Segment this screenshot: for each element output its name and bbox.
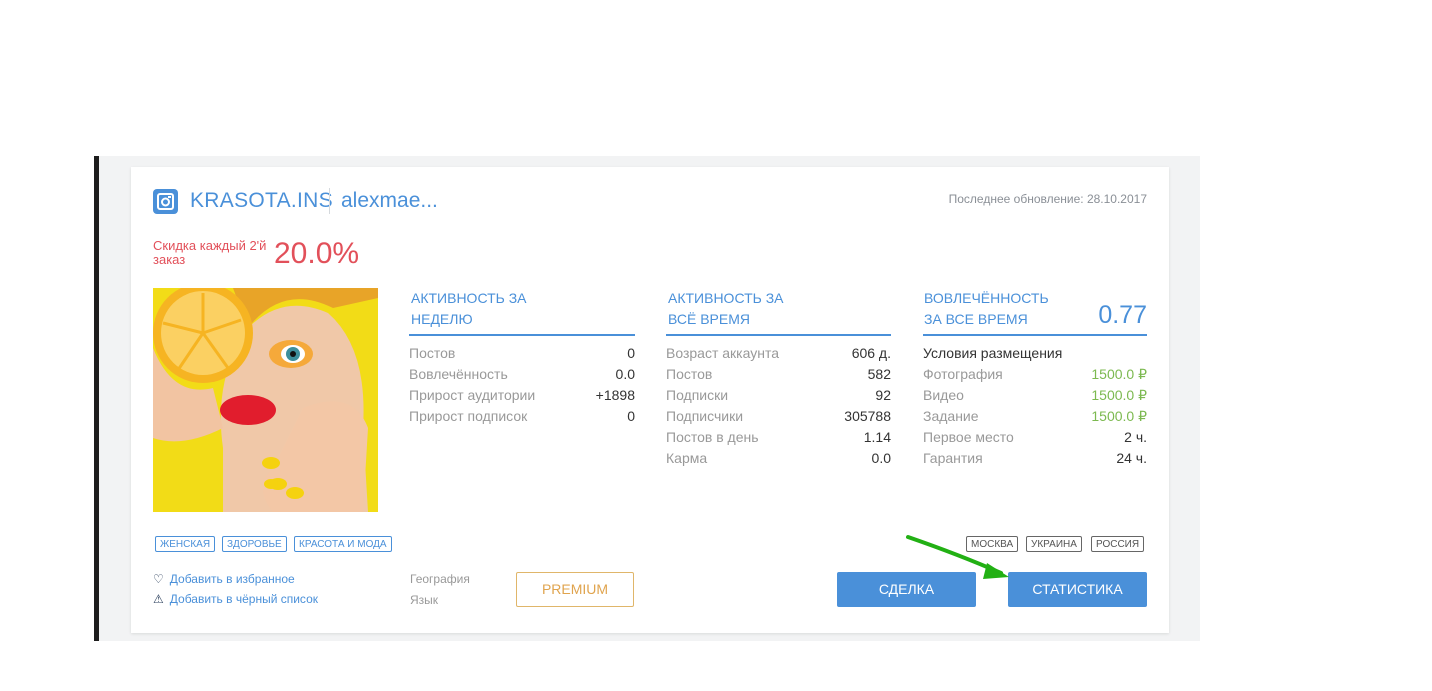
engagement-title-line1: ВОВЛЕЧЁННОСТЬ bbox=[924, 290, 1049, 306]
last-update-text: Последнее обновление: 28.10.2017 bbox=[948, 192, 1147, 206]
row-label: Карма bbox=[666, 450, 708, 466]
row-label: Постов bbox=[409, 345, 456, 361]
add-to-favorites-label: Добавить в избранное bbox=[169, 572, 295, 586]
weekly-title-line1: АКТИВНОСТЬ ЗА bbox=[411, 290, 527, 306]
weekly-activity-title: АКТИВНОСТЬ ЗА НЕДЕЛЮ bbox=[411, 288, 527, 330]
price-row-video: Видео 1500.0 ₽ bbox=[923, 387, 1147, 403]
row-value: 0 bbox=[627, 345, 635, 361]
engagement-value: 0.77 bbox=[1098, 301, 1147, 329]
placement-conditions-title: Условия размещения bbox=[923, 345, 1063, 361]
header-divider bbox=[329, 188, 330, 214]
row-label: Видео bbox=[923, 387, 964, 403]
row-label: Фотография bbox=[923, 366, 1003, 382]
engagement-title: ВОВЛЕЧЁННОСТЬ ЗА ВСЕ ВРЕМЯ bbox=[924, 288, 1049, 330]
row-label: Гарантия bbox=[923, 450, 983, 466]
row-label: Первое место bbox=[923, 429, 1014, 445]
row-value: 24 ч. bbox=[1116, 450, 1147, 466]
left-edge-bar bbox=[94, 156, 99, 641]
add-to-favorites-link[interactable]: ♡ Добавить в избранное bbox=[153, 572, 295, 586]
row-label: Прирост подписок bbox=[409, 408, 528, 424]
alltime-activity-title: АКТИВНОСТЬ ЗА ВСЁ ВРЕМЯ bbox=[668, 288, 784, 330]
row-label: Подписчики bbox=[666, 408, 744, 424]
row-value: 1500.0 ₽ bbox=[1091, 366, 1147, 382]
row-label: Вовлечённость bbox=[409, 366, 508, 382]
row-value: 0.0 bbox=[615, 366, 635, 382]
row-value: 1500.0 ₽ bbox=[1091, 387, 1147, 403]
weekly-row-posts: Постов 0 bbox=[409, 345, 635, 361]
instagram-icon bbox=[153, 189, 178, 214]
weekly-row-audience-growth: Прирост аудитории +1898 bbox=[409, 387, 635, 403]
add-to-blacklist-label: Добавить в чёрный список bbox=[169, 592, 318, 606]
alltime-title-line1: АКТИВНОСТЬ ЗА bbox=[668, 290, 784, 306]
category-tag[interactable]: ЗДОРОВЬЕ bbox=[222, 536, 287, 552]
row-label: Подписки bbox=[666, 387, 729, 403]
geo-tag[interactable]: УКРАИНА bbox=[1026, 536, 1082, 552]
row-value: 606 д. bbox=[851, 345, 891, 361]
alltime-title-line2: ВСЁ ВРЕМЯ bbox=[668, 311, 751, 327]
row-label: Прирост аудитории bbox=[409, 387, 536, 403]
alltime-row-account-age: Возраст аккаунта 606 д. bbox=[666, 345, 891, 361]
category-tag[interactable]: КРАСОТА И МОДА bbox=[294, 536, 392, 552]
engagement-title-line2: ЗА ВСЕ ВРЕМЯ bbox=[924, 311, 1028, 327]
alltime-row-posts: Постов 582 bbox=[666, 366, 891, 382]
discount-value: 20.0% bbox=[274, 237, 360, 270]
green-arrow-annotation bbox=[906, 535, 1009, 579]
account-photo bbox=[153, 288, 378, 512]
row-value: 92 bbox=[875, 387, 891, 403]
row-label: Задание bbox=[923, 408, 979, 424]
language-label: Язык bbox=[410, 593, 439, 607]
price-row-first-place: Первое место 2 ч. bbox=[923, 429, 1147, 445]
row-value: 1500.0 ₽ bbox=[1091, 408, 1147, 424]
row-value: 0 bbox=[627, 408, 635, 424]
alltime-row-followers: Подписчики 305788 bbox=[666, 408, 891, 424]
row-value: +1898 bbox=[595, 387, 635, 403]
alltime-row-karma: Карма 0.0 bbox=[666, 450, 891, 466]
price-row-guarantee: Гарантия 24 ч. bbox=[923, 450, 1147, 466]
add-to-blacklist-link[interactable]: ⚠ Добавить в чёрный список bbox=[153, 592, 318, 606]
alltime-row-following: Подписки 92 bbox=[666, 387, 891, 403]
discount-label: Скидка каждый 2'й заказ bbox=[153, 238, 267, 267]
price-row-task: Задание 1500.0 ₽ bbox=[923, 408, 1147, 424]
row-label: Постов в день bbox=[666, 429, 759, 445]
weekly-row-subscriptions-growth: Прирост подписок 0 bbox=[409, 408, 635, 424]
price-row-photo: Фотография 1500.0 ₽ bbox=[923, 366, 1147, 382]
geography-label: География bbox=[410, 572, 470, 586]
row-value: 305788 bbox=[844, 408, 891, 424]
account-username[interactable]: alexmae... bbox=[341, 189, 438, 213]
category-tag[interactable]: ЖЕНСКАЯ bbox=[155, 536, 216, 552]
row-value: 0.0 bbox=[871, 450, 891, 466]
warning-icon: ⚠ bbox=[153, 592, 164, 606]
weekly-title-line2: НЕДЕЛЮ bbox=[411, 311, 473, 327]
geo-tag[interactable]: РОССИЯ bbox=[1091, 536, 1145, 552]
weekly-title-underline bbox=[409, 334, 635, 336]
alltime-title-underline bbox=[666, 334, 891, 336]
engagement-title-underline bbox=[923, 334, 1147, 336]
account-name[interactable]: KRASOTA.INS bbox=[190, 189, 333, 213]
row-value: 1.14 bbox=[863, 429, 891, 445]
heart-icon: ♡ bbox=[153, 572, 164, 586]
row-label: Постов bbox=[666, 366, 713, 382]
weekly-row-engagement: Вовлечённость 0.0 bbox=[409, 366, 635, 382]
row-value: 2 ч. bbox=[1124, 429, 1147, 445]
alltime-row-posts-per-day: Постов в день 1.14 bbox=[666, 429, 891, 445]
row-value: 582 bbox=[867, 366, 891, 382]
statistics-button[interactable]: СТАТИСТИКА bbox=[1008, 572, 1147, 607]
row-label: Возраст аккаунта bbox=[666, 345, 780, 361]
premium-button[interactable]: PREMIUM bbox=[516, 572, 634, 607]
